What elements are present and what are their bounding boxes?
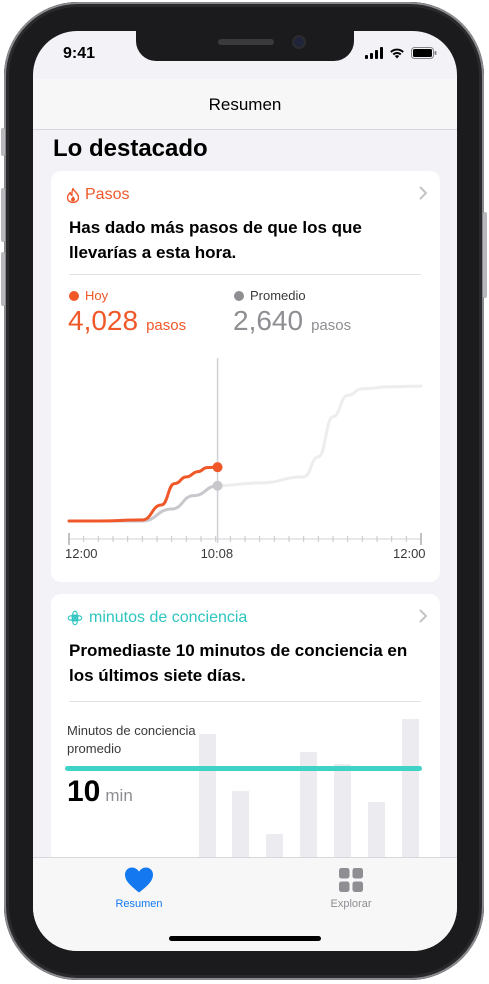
x-tick-label: 10:08 bbox=[201, 546, 234, 561]
section-title: Lo destacado bbox=[53, 135, 208, 162]
steps-line-chart: 12:00 10:08 12:00 bbox=[65, 358, 426, 561]
bar bbox=[368, 802, 385, 864]
home-indicator bbox=[169, 936, 321, 941]
steps-highlight-card[interactable]: Pasos Has dado más pasos de que los que … bbox=[51, 171, 440, 582]
status-time: 9:41 bbox=[63, 45, 96, 62]
grid-icon bbox=[339, 868, 363, 892]
today-current-point bbox=[212, 462, 223, 473]
bar bbox=[402, 719, 419, 864]
status-icons bbox=[365, 47, 437, 59]
series-average bbox=[67, 484, 220, 523]
x-tick-label: 12:00 bbox=[393, 546, 426, 561]
mindful-metric-label: Minutos de conciencia promedio bbox=[67, 723, 196, 756]
series-average-future bbox=[216, 384, 423, 488]
x-tick-label: 12:00 bbox=[65, 546, 98, 561]
mindful-metric-number: 10 bbox=[67, 775, 101, 808]
tab-resumen-label: Resumen bbox=[115, 898, 163, 910]
tab-explorar-label: Explorar bbox=[330, 898, 372, 910]
mindful-average-line bbox=[65, 766, 422, 771]
screen: 9:41 Resumen Lo destacado Pasos Has dado… bbox=[33, 31, 457, 951]
navigation-bar: Resumen bbox=[33, 79, 457, 130]
cellular-signal-icon bbox=[365, 47, 383, 59]
side-button bbox=[483, 212, 487, 298]
battery-icon bbox=[411, 47, 437, 59]
heart-icon bbox=[125, 867, 153, 893]
mindful-metric-value: 10 min bbox=[67, 775, 133, 809]
speaker bbox=[218, 39, 274, 45]
tab-resumen[interactable]: Resumen bbox=[99, 866, 179, 910]
volume-down-button bbox=[1, 252, 5, 306]
notch bbox=[136, 31, 354, 61]
bar bbox=[334, 764, 351, 864]
bar bbox=[232, 791, 249, 864]
silent-switch bbox=[1, 128, 5, 156]
mindful-highlight-card[interactable]: minutos de conciencia Promediaste 10 min… bbox=[51, 594, 440, 864]
front-camera bbox=[294, 37, 304, 47]
nav-title: Resumen bbox=[208, 95, 282, 114]
volume-up-button bbox=[1, 188, 5, 242]
wifi-icon bbox=[390, 48, 404, 59]
tab-explorar[interactable]: Explorar bbox=[311, 866, 391, 910]
mindful-metric-unit: min bbox=[105, 786, 133, 805]
average-current-point bbox=[212, 480, 223, 491]
